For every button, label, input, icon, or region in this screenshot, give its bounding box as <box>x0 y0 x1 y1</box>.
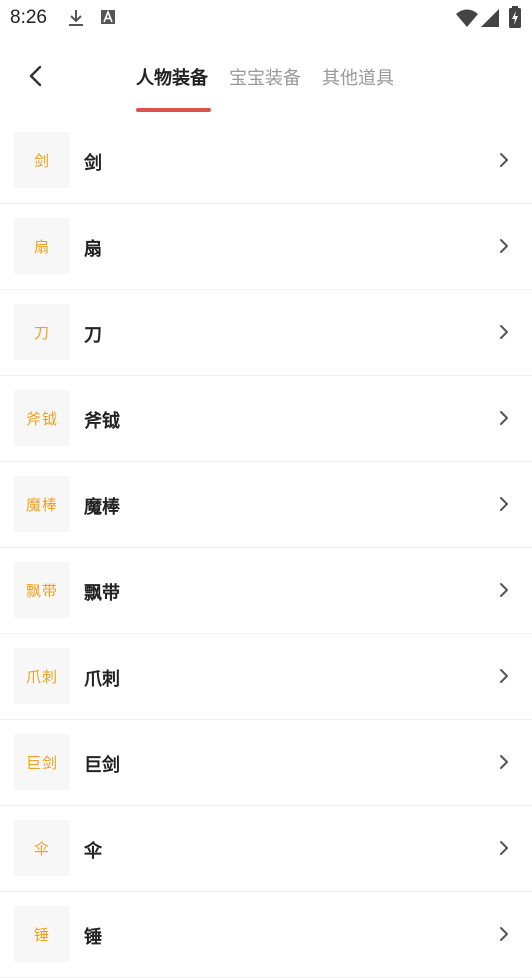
header: 人物装备 宝宝装备 其他道具 <box>0 36 532 114</box>
chevron-right-icon <box>500 325 508 339</box>
chevron-right-icon <box>500 497 508 511</box>
item-thumbnail-text: 魔棒 <box>25 495 58 514</box>
wifi-icon <box>456 9 478 27</box>
item-thumbnail: 锤 <box>14 906 70 962</box>
tab-character-equipment[interactable]: 人物装备 <box>136 64 208 90</box>
list-item-axe[interactable]: 斧钺 斧钺 <box>0 376 532 462</box>
item-label: 魔棒 <box>84 497 120 518</box>
item-thumbnail-text: 扇 <box>33 237 50 256</box>
download-icon <box>69 10 83 26</box>
item-thumbnail-text: 爪刺 <box>25 667 58 686</box>
item-thumbnail-text: 飘带 <box>25 581 58 600</box>
chevron-right-icon <box>500 669 508 683</box>
list-item-wand[interactable]: 魔棒 魔棒 <box>0 462 532 548</box>
item-thumbnail: 刀 <box>14 304 70 360</box>
item-thumbnail: 魔棒 <box>14 476 70 532</box>
list-item-sword[interactable]: 剑 剑 <box>0 118 532 204</box>
item-thumbnail: 扇 <box>14 218 70 274</box>
status-time: 8:26 <box>10 7 47 28</box>
item-thumbnail-text: 斧钺 <box>25 409 58 428</box>
item-label: 剑 <box>84 153 102 174</box>
tab-active-indicator <box>136 108 211 112</box>
battery-charging-icon <box>509 6 521 28</box>
chevron-right-icon <box>500 755 508 769</box>
item-label: 扇 <box>84 239 102 260</box>
item-thumbnail-text: 伞 <box>33 839 50 858</box>
item-thumbnail: 飘带 <box>14 562 70 618</box>
item-thumbnail: 剑 <box>14 132 70 188</box>
tab-pet-equipment[interactable]: 宝宝装备 <box>229 64 301 90</box>
item-label: 斧钺 <box>84 411 120 432</box>
status-bar: 8:26 <box>0 0 532 36</box>
item-label: 锤 <box>84 927 102 948</box>
chevron-right-icon <box>500 927 508 941</box>
text-a-icon <box>101 9 115 24</box>
tab-other-items[interactable]: 其他道具 <box>322 64 394 90</box>
item-label: 飘带 <box>84 583 120 604</box>
item-label: 巨剑 <box>84 755 120 776</box>
list-item-ribbon[interactable]: 飘带 飘带 <box>0 548 532 634</box>
list-item-claw[interactable]: 爪刺 爪刺 <box>0 634 532 720</box>
item-thumbnail: 爪刺 <box>14 648 70 704</box>
equipment-list: 剑 剑 扇 扇 刀 刀 斧钺 斧钺 魔棒 魔棒 飘带 飘带 爪刺 爪刺 巨剑 巨… <box>0 118 532 978</box>
list-item-greatsword[interactable]: 巨剑 巨剑 <box>0 720 532 806</box>
chevron-right-icon <box>500 153 508 167</box>
item-thumbnail-text: 锤 <box>33 925 50 944</box>
list-item-umbrella[interactable]: 伞 伞 <box>0 806 532 892</box>
signal-icon <box>481 9 499 27</box>
item-thumbnail-text: 刀 <box>33 323 50 342</box>
chevron-right-icon <box>500 411 508 425</box>
back-arrow-icon[interactable] <box>20 60 52 92</box>
item-label: 伞 <box>84 841 102 862</box>
item-thumbnail: 斧钺 <box>14 390 70 446</box>
chevron-right-icon <box>500 239 508 253</box>
chevron-right-icon <box>500 841 508 855</box>
item-label: 爪刺 <box>84 669 120 690</box>
list-item-fan[interactable]: 扇 扇 <box>0 204 532 290</box>
item-thumbnail: 伞 <box>14 820 70 876</box>
list-item-blade[interactable]: 刀 刀 <box>0 290 532 376</box>
chevron-right-icon <box>500 583 508 597</box>
item-thumbnail-text: 剑 <box>33 151 50 170</box>
item-thumbnail-text: 巨剑 <box>25 753 58 772</box>
item-thumbnail: 巨剑 <box>14 734 70 790</box>
list-item-hammer[interactable]: 锤 锤 <box>0 892 532 978</box>
item-label: 刀 <box>84 325 102 346</box>
